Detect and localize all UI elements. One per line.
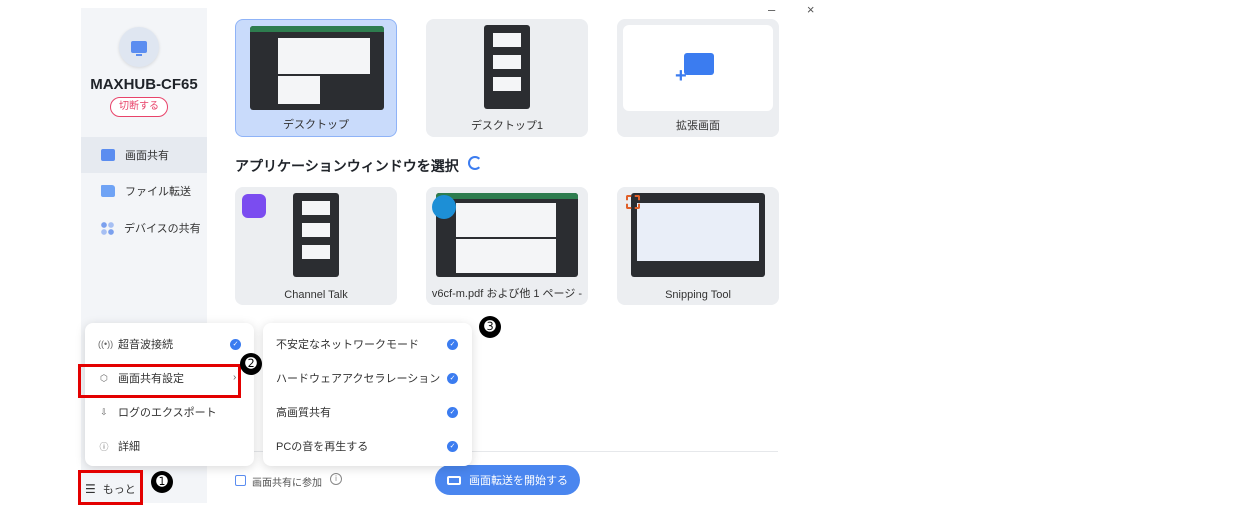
app-card-edge-pdf[interactable]: v6cf-m.pdf および他 1 ページ -	[426, 187, 588, 305]
screen-card-extended[interactable]: + 拡張画面	[617, 19, 779, 137]
cast-icon	[447, 475, 461, 485]
start-transfer-button[interactable]: 画面転送を開始する	[435, 465, 580, 495]
start-transfer-label: 画面転送を開始する	[469, 475, 568, 487]
channel-talk-icon	[242, 194, 266, 218]
window-preview	[631, 193, 765, 277]
window-preview	[293, 193, 339, 277]
screen-label: デスクトップ	[283, 119, 349, 131]
check-icon: ✓	[447, 373, 458, 384]
snipping-tool-icon	[626, 195, 640, 209]
apps-icon	[101, 221, 114, 235]
refresh-icon[interactable]	[468, 156, 482, 170]
app-card-channel-talk[interactable]: Channel Talk	[235, 187, 397, 305]
app-card-snipping-tool[interactable]: Snipping Tool	[617, 187, 779, 305]
share-settings-submenu: 不安定なネットワークモード ✓ ハードウェアアクセラレーション ✓ 高画質共有 …	[263, 323, 472, 466]
info-icon[interactable]: i	[330, 473, 342, 485]
export-icon: ⇩	[100, 406, 108, 417]
submenu-item-pc-audio[interactable]: PCの音を再生する ✓	[263, 429, 472, 463]
app-label: v6cf-m.pdf および他 1 ページ -	[431, 288, 583, 300]
device-name: MAXHUB-CF65	[90, 76, 198, 93]
edge-icon	[432, 195, 456, 219]
nav-label: ファイル転送	[125, 186, 191, 198]
menu-label: ログのエクスポート	[118, 407, 217, 419]
folder-icon	[101, 185, 115, 197]
check-icon: ✓	[447, 339, 458, 350]
screen-card-desktop1[interactable]: デスクトップ1	[426, 19, 588, 137]
submenu-label: 高画質共有	[276, 407, 331, 419]
menu-item-export-log[interactable]: ⇩ ログのエクスポート	[85, 395, 254, 429]
nav-label: 画面共有	[125, 150, 169, 162]
submenu-item-hq-share[interactable]: 高画質共有 ✓	[263, 395, 472, 429]
submenu-label: 不安定なネットワークモード	[276, 339, 419, 351]
extend-screen-icon	[684, 53, 714, 75]
screen-label: 拡張画面	[676, 120, 720, 132]
menu-label: 超音波接続	[118, 339, 173, 351]
plus-icon: +	[675, 65, 687, 87]
highlight-box-settings	[78, 364, 241, 398]
window-controls[interactable]: – ×	[768, 2, 828, 17]
submenu-label: ハードウェアアクセラレーション	[276, 373, 441, 385]
nav-label: デバイスの共有	[124, 223, 201, 235]
check-icon: ✓	[447, 407, 458, 418]
menu-label: 詳細	[118, 441, 140, 453]
window-preview	[436, 193, 578, 277]
device-avatar	[119, 27, 159, 67]
monitor-icon	[131, 41, 147, 56]
step-badge-1: ➊	[151, 471, 173, 493]
screen-preview	[250, 26, 384, 110]
check-icon: ✓	[447, 441, 458, 452]
nav-item-screen-share[interactable]: 画面共有	[81, 137, 207, 173]
join-share-checkbox[interactable]	[235, 475, 246, 486]
app-label: Channel Talk	[284, 289, 348, 301]
disconnect-button[interactable]: 切断する	[110, 97, 168, 117]
nav-item-file-transfer[interactable]: ファイル転送	[81, 173, 207, 209]
highlight-box-more	[78, 470, 143, 505]
submenu-label: PCの音を再生する	[276, 441, 369, 453]
step-badge-3: ➌	[479, 316, 501, 338]
monitor-icon	[101, 149, 115, 161]
step-badge-2: ➋	[240, 353, 262, 375]
screen-card-desktop[interactable]: デスクトップ	[235, 19, 397, 137]
nav-item-device-share[interactable]: デバイスの共有	[81, 210, 207, 246]
submenu-item-unstable-network[interactable]: 不安定なネットワークモード ✓	[263, 327, 472, 361]
screen-label: デスクトップ1	[470, 120, 544, 132]
ultrasonic-icon: ((•))	[98, 339, 114, 349]
join-share-label: 画面共有に参加	[252, 478, 322, 489]
screen-preview	[484, 25, 530, 109]
extended-screen-preview: +	[623, 25, 773, 111]
menu-item-details[interactable]: ⓘ 詳細	[85, 429, 254, 463]
info-icon: ⓘ	[99, 441, 109, 452]
menu-item-ultrasonic[interactable]: ((•)) 超音波接続 ✓	[85, 327, 254, 361]
submenu-item-hardware-acceleration[interactable]: ハードウェアアクセラレーション ✓	[263, 361, 472, 395]
app-label: Snipping Tool	[665, 289, 731, 301]
section-title: アプリケーションウィンドウを選択	[235, 158, 459, 174]
check-icon: ✓	[230, 339, 241, 350]
